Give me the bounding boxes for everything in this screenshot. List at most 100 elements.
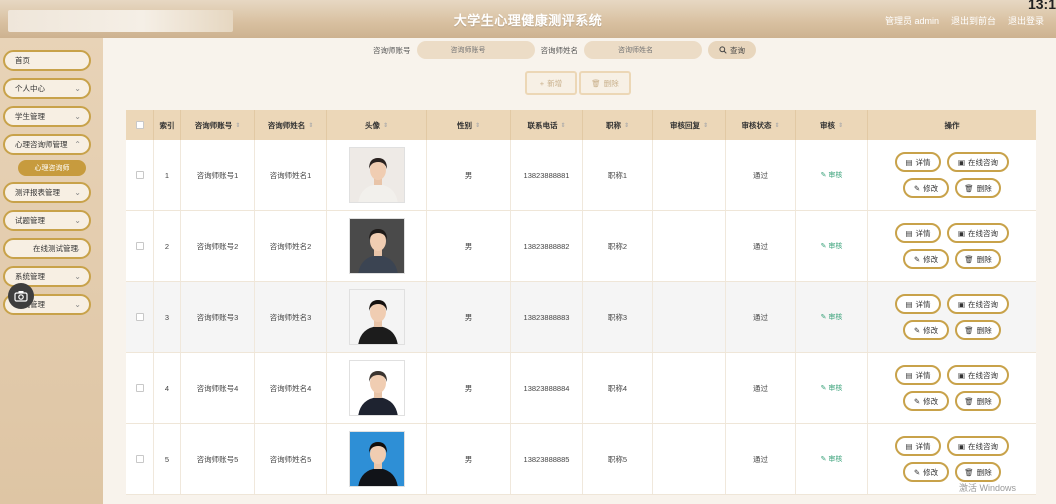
col-title[interactable]: 职称 ⇕ [583, 110, 653, 140]
row-checkbox[interactable] [135, 313, 144, 321]
audit-link[interactable]: ✎ 审核 [821, 312, 843, 322]
online-consult-label: 在线咨询 [968, 228, 999, 238]
audit-link[interactable]: ✎ 审核 [821, 241, 843, 251]
admin-label[interactable]: 管理员 admin [885, 14, 939, 27]
edit-button[interactable]: ✎ 修改 [903, 320, 949, 340]
delete-button[interactable]: 🗑 删除 [955, 178, 1001, 198]
online-consult-button[interactable]: ▣ 在线咨询 [947, 152, 1009, 172]
row-select-cell [126, 424, 154, 494]
sidebar-item-students[interactable]: 学生管理 ⌄ [3, 106, 91, 127]
avatar[interactable] [348, 431, 405, 487]
document-icon: ▤ [905, 157, 913, 167]
add-button[interactable]: + 新增 [525, 71, 577, 95]
chevron-down-icon: ⌄ [74, 244, 81, 253]
sidebar-item-label: 在线测试管理 [33, 244, 78, 253]
avatar[interactable] [348, 360, 405, 416]
cell-account: 咨询师账号5 [181, 424, 255, 494]
delete-button[interactable]: 🗑 删除 [955, 249, 1001, 269]
select-all-checkbox[interactable] [135, 121, 144, 129]
cell-actions: ▤ 详情 ▣ 在线咨询 ✎ 修改 🗑 删除 [868, 353, 1036, 423]
detail-button[interactable]: ▤ 详情 [895, 152, 941, 172]
audit-link[interactable]: ✎ 审核 [821, 383, 843, 393]
detail-button[interactable]: ▤ 详情 [895, 436, 941, 456]
chevron-down-icon: ⌄ [74, 84, 81, 93]
audit-link[interactable]: ✎ 审核 [821, 454, 843, 464]
detail-button[interactable]: ▤ 详情 [895, 223, 941, 243]
online-consult-button[interactable]: ▣ 在线咨询 [947, 223, 1009, 243]
avatar-photo [349, 219, 404, 273]
col-avatar[interactable]: 头像 ⇕ [327, 110, 427, 140]
detail-button-label: 详情 [915, 299, 931, 309]
row-checkbox[interactable] [135, 455, 144, 463]
search-bar: 咨询师账号 咨询师姓名 查询 [373, 41, 756, 59]
sidebar-item-online-test[interactable]: 在线测试管理 ⌄ [3, 238, 91, 259]
sidebar-item-label: 个人中心 [15, 84, 45, 93]
cell-reply [653, 211, 726, 281]
cell-avatar [327, 211, 427, 281]
row-checkbox[interactable] [135, 171, 144, 179]
detail-button-label: 详情 [915, 228, 931, 238]
detail-button[interactable]: ▤ 详情 [895, 365, 941, 385]
batch-delete-button[interactable]: 🗑 删除 [579, 71, 631, 95]
col-name[interactable]: 咨询师姓名 ⇕ [255, 110, 327, 140]
sidebar-item-label: 试题管理 [15, 216, 45, 225]
delete-button[interactable]: 🗑 删除 [955, 320, 1001, 340]
sidebar-item-questions[interactable]: 试题管理 ⌄ [3, 210, 91, 231]
audit-link[interactable]: ✎ 审核 [821, 170, 843, 180]
row-checkbox[interactable] [135, 384, 144, 392]
cell-name: 咨询师姓名3 [255, 282, 327, 352]
sidebar-item-reports[interactable]: 测评报表管理 ⌄ [3, 182, 91, 203]
cell-actions: ▤ 详情 ▣ 在线咨询 ✎ 修改 🗑 删除 [868, 211, 1036, 281]
frontend-link[interactable]: 退出到前台 [951, 14, 996, 27]
row-checkbox[interactable] [135, 242, 144, 250]
row-select-cell [126, 353, 154, 423]
avatar[interactable] [348, 218, 405, 274]
sidebar-item-profile[interactable]: 个人中心 ⌄ [3, 78, 91, 99]
plus-icon: + [539, 78, 545, 88]
sidebar-subitem-counselor[interactable]: 心理咨询师 [18, 160, 86, 176]
cell-phone: 13823888885 [511, 424, 583, 494]
detail-button-label: 详情 [915, 441, 931, 451]
col-status[interactable]: 审核状态 ⇕ [726, 110, 796, 140]
sidebar-item-label: 系统管理 [15, 272, 45, 281]
cell-index: 4 [154, 353, 181, 423]
edit-button[interactable]: ✎ 修改 [903, 391, 949, 411]
cell-status: 通过 [726, 424, 796, 494]
col-audit[interactable]: 审核 ⇕ [796, 110, 868, 140]
online-consult-button[interactable]: ▣ 在线咨询 [947, 436, 1009, 456]
edit-button[interactable]: ✎ 修改 [903, 249, 949, 269]
col-account[interactable]: 咨询师账号 ⇕ [181, 110, 255, 140]
delete-button[interactable]: 🗑 删除 [955, 391, 1001, 411]
delete-button-label: 删除 [976, 325, 992, 335]
detail-button[interactable]: ▤ 详情 [895, 294, 941, 314]
online-consult-button[interactable]: ▣ 在线咨询 [947, 294, 1009, 314]
table-row: 5 咨询师账号5 咨询师姓名5 男 13823888885 职称5 通过 ✎ 审… [126, 424, 1036, 495]
col-gender[interactable]: 性别 ⇕ [427, 110, 511, 140]
camera-icon[interactable] [8, 283, 34, 309]
col-reply[interactable]: 审核回复 ⇕ [653, 110, 726, 140]
edit-button[interactable]: ✎ 修改 [903, 462, 949, 482]
col-phone[interactable]: 联系电话 ⇕ [511, 110, 583, 140]
chevron-down-icon: ⌄ [74, 188, 81, 197]
cell-status: 通过 [726, 353, 796, 423]
search-button[interactable]: 查询 [708, 41, 756, 59]
col-label: 审核状态 [741, 120, 772, 130]
col-label: 联系电话 [527, 120, 558, 130]
sidebar-item-home[interactable]: 首页 [3, 50, 91, 71]
cell-audit: ✎ 审核 [796, 282, 868, 352]
online-consult-button[interactable]: ▣ 在线咨询 [947, 365, 1009, 385]
sidebar: 首页 个人中心 ⌄ 学生管理 ⌄ 心理咨询师管理 ⌃ 心理咨询师 测评报表管理 ⌄ 试题… [0, 38, 103, 504]
pencil-icon: ✎ [913, 254, 921, 264]
col-label: 职称 [605, 120, 621, 130]
sidebar-item-counselors[interactable]: 心理咨询师管理 ⌃ [3, 134, 91, 155]
cell-avatar [327, 282, 427, 352]
delete-button-label: 删除 [976, 467, 992, 477]
delete-button-label: 删除 [976, 254, 992, 264]
delete-button[interactable]: 🗑 删除 [955, 462, 1001, 482]
logout-link[interactable]: 退出登录 [1008, 14, 1044, 27]
avatar[interactable] [348, 147, 405, 203]
avatar[interactable] [348, 289, 405, 345]
account-search-input[interactable] [416, 41, 535, 59]
edit-button[interactable]: ✎ 修改 [903, 178, 949, 198]
name-search-input[interactable] [584, 41, 702, 59]
